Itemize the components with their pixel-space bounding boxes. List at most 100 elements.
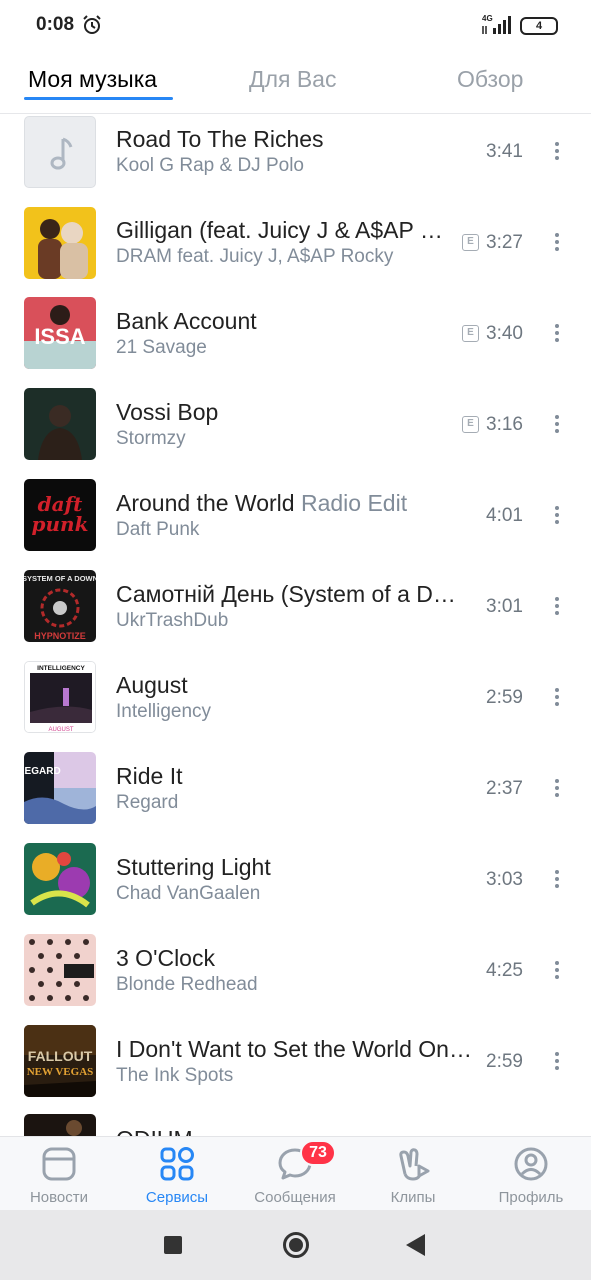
explicit-badge: E xyxy=(462,325,479,342)
music-tabs: Моя музыка Для Вас Обзор xyxy=(0,52,591,114)
more-options-icon[interactable] xyxy=(547,1049,567,1075)
album-cover xyxy=(24,207,96,279)
more-options-icon[interactable] xyxy=(547,139,567,165)
cover-text-intelligency: INTELLIGENCY xyxy=(37,665,85,672)
album-cover: INTELLIGENCY AUGUST xyxy=(24,661,96,733)
track-title-suffix: Radio Edit xyxy=(300,490,408,516)
more-options-icon[interactable] xyxy=(547,685,567,711)
recent-apps-icon[interactable] xyxy=(164,1236,182,1254)
unread-badge: 73 xyxy=(300,1140,336,1166)
more-options-icon[interactable] xyxy=(547,776,567,802)
track-title: Stuttering Light xyxy=(116,854,271,880)
track-row[interactable]: Stuttering Light Chad VanGaalen 3:03 xyxy=(0,843,591,934)
track-title: 3 O'Clock xyxy=(116,945,215,971)
cover-text-hypnotize: HYPNOTIZE xyxy=(34,631,86,641)
more-options-icon[interactable] xyxy=(547,230,567,256)
nav-label: Клипы xyxy=(390,1189,436,1206)
track-title: Самотній День (System of a Down cover) xyxy=(116,581,466,607)
more-options-icon[interactable] xyxy=(547,503,567,529)
album-cover: ISSA xyxy=(24,297,96,369)
album-cover xyxy=(24,843,96,915)
cell-signal-icon: 4G xyxy=(480,14,514,36)
track-artist: Blonde Redhead xyxy=(116,974,258,995)
track-row[interactable]: Gilligan (feat. Juicy J & A$AP Rocky) DR… xyxy=(0,206,591,297)
track-artist: UkrTrashDub xyxy=(116,610,229,631)
track-row[interactable]: Road To The Riches Kool G Rap & DJ Polo … xyxy=(0,115,591,206)
track-artist: Stormzy xyxy=(116,428,186,449)
track-row[interactable]: INTELLIGENCY AUGUST August Intelligency … xyxy=(0,661,591,752)
track-artist: Kool G Rap & DJ Polo xyxy=(116,155,304,176)
track-row[interactable]: Vossi Bop Stormzy E 3:16 xyxy=(0,388,591,479)
explicit-badge: E xyxy=(462,234,479,251)
tab-for-you[interactable]: Для Вас xyxy=(249,66,336,93)
track-artist: Regard xyxy=(116,792,179,813)
album-cover xyxy=(24,388,96,460)
clips-icon xyxy=(399,1148,430,1181)
track-title: August xyxy=(116,672,188,698)
profile-icon xyxy=(514,1147,548,1181)
services-grid-icon xyxy=(160,1147,194,1181)
track-row[interactable]: SYSTEM OF A DOWN HYPNOTIZE Самотній День… xyxy=(0,570,591,661)
track-duration: 3:16 xyxy=(486,414,523,435)
track-duration: 3:40 xyxy=(486,323,523,344)
active-tab-indicator xyxy=(24,97,173,100)
track-title: Around the World Radio Edit xyxy=(116,490,466,517)
cover-text-punk: punk xyxy=(32,512,89,536)
cover-text-new-vegas: NEW VEGAS xyxy=(27,1066,94,1078)
track-title: I Don't Want to Set the World On Fire xyxy=(116,1036,472,1062)
album-cover: REGARD xyxy=(24,752,96,824)
status-bar: 0:08 4G 4 xyxy=(0,0,591,52)
more-options-icon[interactable] xyxy=(547,867,567,893)
more-options-icon[interactable] xyxy=(547,594,567,620)
nav-services[interactable]: Сервисы xyxy=(118,1137,236,1211)
battery-icon: 4 xyxy=(520,17,558,35)
more-options-icon[interactable] xyxy=(547,321,567,347)
track-artist: 21 Savage xyxy=(116,337,207,358)
track-duration: 3:03 xyxy=(486,869,523,890)
track-artist: Intelligency xyxy=(116,701,212,722)
track-list[interactable]: Road To The Riches Kool G Rap & DJ Polo … xyxy=(0,115,591,1136)
nav-label: Сообщения xyxy=(254,1189,336,1206)
track-duration: 2:59 xyxy=(486,687,523,708)
track-duration: 4:25 xyxy=(486,960,523,981)
track-row[interactable]: 3 O'Clock Blonde Redhead 4:25 xyxy=(0,934,591,1025)
track-duration: 3:41 xyxy=(486,141,523,162)
music-note-icon xyxy=(50,137,73,170)
track-duration: 2:37 xyxy=(486,778,523,799)
track-artist: Daft Punk xyxy=(116,519,200,540)
nav-profile[interactable]: Профиль xyxy=(472,1137,590,1211)
track-duration: 3:01 xyxy=(486,596,523,617)
bottom-navigation: Новости Сервисы 73 Сообщения Клипы Профи… xyxy=(0,1136,591,1210)
album-cover-placeholder xyxy=(24,116,96,188)
nav-clips[interactable]: Клипы xyxy=(354,1137,472,1211)
track-row[interactable]: daft punk Around the World Radio Edit Da… xyxy=(0,479,591,570)
track-artist: DRAM feat. Juicy J, A$AP Rocky xyxy=(116,246,394,267)
more-options-icon[interactable] xyxy=(547,412,567,438)
nav-news[interactable]: Новости xyxy=(0,1137,118,1211)
tab-my-music[interactable]: Моя музыка xyxy=(28,66,157,93)
tab-overview[interactable]: Обзор xyxy=(457,66,523,93)
more-options-icon[interactable] xyxy=(547,958,567,984)
system-navigation-bar xyxy=(0,1210,591,1280)
home-icon[interactable] xyxy=(283,1232,309,1258)
album-cover xyxy=(24,934,96,1006)
track-title: Road To The Riches xyxy=(116,126,324,152)
track-row[interactable]: ISSA Bank Account 21 Savage E 3:40 xyxy=(0,297,591,388)
track-artist: Chad VanGaalen xyxy=(116,883,261,904)
track-artist: The Ink Spots xyxy=(116,1065,234,1086)
news-icon xyxy=(42,1147,76,1181)
nav-messages[interactable]: 73 Сообщения xyxy=(236,1137,354,1211)
track-title: Vossi Bop xyxy=(116,399,219,425)
track-title: Ride It xyxy=(116,763,183,789)
track-row[interactable]: FALLOUT NEW VEGAS I Don't Want to Set th… xyxy=(0,1025,591,1116)
explicit-badge: E xyxy=(462,416,479,433)
track-row[interactable]: REGARD Ride It Regard 2:37 xyxy=(0,752,591,843)
nav-label: Профиль xyxy=(498,1189,564,1206)
album-cover xyxy=(24,1114,96,1136)
track-row[interactable]: ODIUM xyxy=(0,1114,591,1136)
cover-text-issa: ISSA xyxy=(34,324,85,349)
album-cover: FALLOUT NEW VEGAS xyxy=(24,1025,96,1097)
back-icon[interactable] xyxy=(406,1234,425,1256)
track-title: Bank Account xyxy=(116,308,257,334)
nav-label: Новости xyxy=(29,1189,89,1206)
